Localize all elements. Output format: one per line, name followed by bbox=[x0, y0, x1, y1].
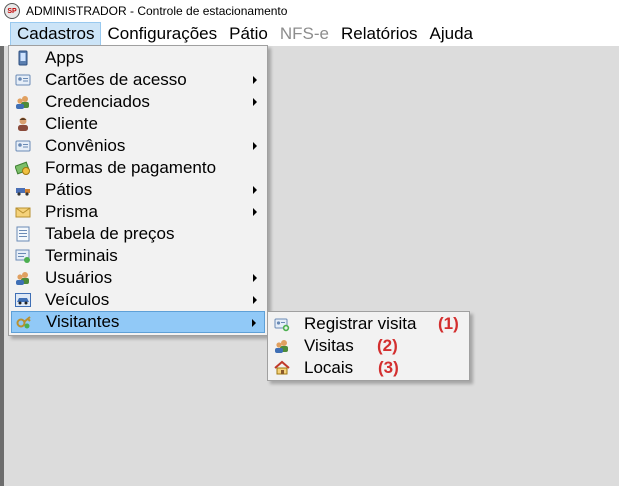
menu-item-label: Cartões de acesso bbox=[45, 70, 187, 89]
menu-item-cliente[interactable]: Cliente bbox=[11, 113, 265, 135]
terminal-icon bbox=[15, 248, 31, 264]
menu-cadastros[interactable]: Cadastros bbox=[10, 22, 102, 46]
annotation-badge: (1) bbox=[438, 314, 459, 333]
menu-item-patios[interactable]: Pátios bbox=[11, 179, 265, 201]
menu-item-tabela-de-precos[interactable]: Tabela de preços bbox=[11, 223, 265, 245]
mobile-phone-icon bbox=[15, 50, 31, 66]
id-card-icon bbox=[15, 138, 31, 154]
submenu-arrow-icon bbox=[253, 208, 257, 216]
key-icon bbox=[16, 314, 32, 330]
users-icon bbox=[15, 94, 31, 110]
price-table-icon bbox=[15, 226, 31, 242]
menu-item-credenciados[interactable]: Credenciados bbox=[11, 91, 265, 113]
parking-app-icon: SP bbox=[4, 3, 20, 19]
submenu-arrow-icon bbox=[253, 98, 257, 106]
submenu-arrow-icon bbox=[253, 274, 257, 282]
menu-item-label: Credenciados bbox=[45, 92, 150, 111]
menu-item-label: Tabela de preços bbox=[45, 224, 175, 243]
money-icon bbox=[14, 160, 31, 176]
menu-item-label: Formas de pagamento bbox=[45, 158, 217, 177]
submenu-arrow-icon bbox=[252, 319, 256, 327]
submenu-item-label: Visitas bbox=[304, 336, 354, 355]
menu-item-veiculos[interactable]: Veículos bbox=[11, 289, 265, 311]
title-bar: SP ADMINISTRADOR - Controle de estaciona… bbox=[0, 0, 619, 22]
id-card-icon bbox=[15, 72, 31, 88]
menu-item-label: Apps bbox=[45, 48, 84, 67]
window-title: ADMINISTRADOR - Controle de estacionamen… bbox=[26, 4, 288, 18]
submenu-arrow-icon bbox=[253, 186, 257, 194]
menu-item-cartoes-de-acesso[interactable]: Cartões de acesso bbox=[11, 69, 265, 91]
menu-bar: Cadastros Configurações Pátio NFS-e Rela… bbox=[0, 22, 619, 46]
menu-item-label: Cliente bbox=[45, 114, 98, 133]
house-icon bbox=[274, 360, 290, 376]
menu-item-label: Prisma bbox=[45, 202, 98, 221]
cadastros-dropdown: Apps Cartões de acesso Credenciados Clie… bbox=[8, 45, 268, 336]
car-icon bbox=[15, 292, 31, 308]
menu-item-label: Visitantes bbox=[46, 312, 120, 331]
annotation-badge: (2) bbox=[377, 336, 398, 355]
users-icon bbox=[15, 270, 31, 286]
users-icon bbox=[274, 338, 290, 354]
menu-item-terminais[interactable]: Terminais bbox=[11, 245, 265, 267]
menu-ajuda[interactable]: Ajuda bbox=[424, 22, 479, 46]
menu-item-formas-de-pagamento[interactable]: Formas de pagamento bbox=[11, 157, 265, 179]
annotation-badge: (3) bbox=[378, 358, 399, 377]
truck-icon bbox=[15, 182, 31, 198]
submenu-item-visitas[interactable]: Visitas (2) bbox=[270, 335, 467, 357]
menu-item-label: Terminais bbox=[45, 246, 118, 265]
menu-item-label: Veículos bbox=[45, 290, 110, 309]
menu-item-visitantes[interactable]: Visitantes bbox=[11, 311, 265, 333]
visitantes-submenu: Registrar visita (1) Visitas (2) Locais … bbox=[267, 311, 470, 381]
menu-relatorios[interactable]: Relatórios bbox=[335, 22, 424, 46]
menu-item-convenios[interactable]: Convênios bbox=[11, 135, 265, 157]
menu-item-prisma[interactable]: Prisma bbox=[11, 201, 265, 223]
submenu-arrow-icon bbox=[253, 76, 257, 84]
menu-item-usuarios[interactable]: Usuários bbox=[11, 267, 265, 289]
submenu-arrow-icon bbox=[253, 296, 257, 304]
submenu-item-label: Registrar visita bbox=[304, 314, 417, 333]
menu-nfse: NFS-e bbox=[279, 24, 329, 43]
envelope-icon bbox=[15, 204, 31, 220]
menu-item-apps[interactable]: Apps bbox=[11, 47, 265, 69]
submenu-item-registrar-visita[interactable]: Registrar visita (1) bbox=[270, 313, 467, 335]
menu-configuracoes[interactable]: Configurações bbox=[101, 22, 223, 46]
menu-patio[interactable]: Pátio bbox=[223, 22, 274, 46]
menu-item-label: Convênios bbox=[45, 136, 126, 155]
submenu-item-label: Locais bbox=[304, 358, 354, 377]
id-card-add-icon bbox=[274, 316, 290, 332]
menu-item-label: Pátios bbox=[45, 180, 93, 199]
submenu-item-locais[interactable]: Locais (3) bbox=[270, 357, 467, 379]
person-icon bbox=[15, 116, 31, 132]
submenu-arrow-icon bbox=[253, 142, 257, 150]
menu-item-label: Usuários bbox=[45, 268, 113, 287]
